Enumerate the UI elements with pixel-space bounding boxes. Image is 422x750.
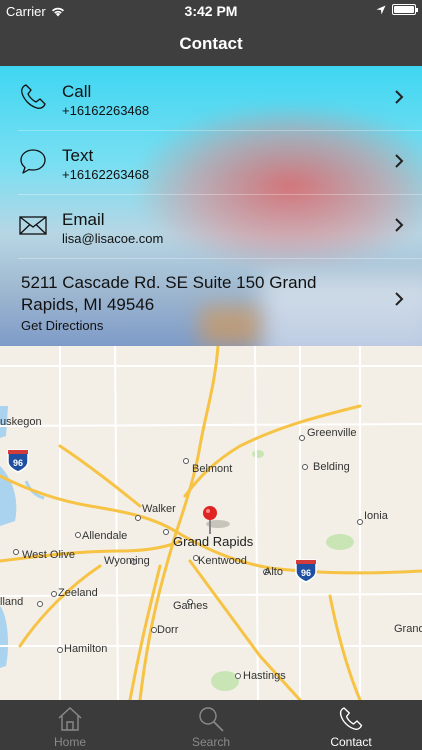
map-label-place: Ionia — [364, 510, 388, 522]
address-text: 5211 Cascade Rd. SE Suite 150 Grand Rapi… — [21, 273, 317, 314]
map-label-place: Kentwood — [198, 555, 247, 567]
map-label-place: Walker — [142, 503, 176, 515]
map-label-place: Belmont — [192, 463, 233, 475]
interstate-shield-96-west: 96 — [7, 449, 29, 473]
call-number: +16162263468 — [62, 103, 150, 118]
phone-icon — [21, 84, 46, 109]
email-row[interactable]: Email lisa@lisacoe.com — [0, 194, 422, 258]
map-label-place: Belding — [313, 461, 350, 473]
map-label-place: Hamilton — [64, 643, 108, 655]
tab-home-label: Home — [53, 735, 86, 749]
chevron-right-icon — [395, 292, 404, 306]
map-label-place: uskegon — [0, 416, 42, 428]
chevron-right-icon — [395, 90, 404, 104]
email-label: Email — [62, 210, 105, 229]
map-label-place: Grand — [394, 623, 422, 635]
svg-text:96: 96 — [301, 568, 311, 578]
text-row[interactable]: Text +16162263468 — [0, 130, 422, 194]
map-label-place: Zeeland — [58, 587, 98, 599]
email-address: lisa@lisacoe.com — [62, 231, 164, 246]
map-label-place: Hastings — [243, 670, 286, 682]
map-label-place: Wyoming — [104, 555, 150, 567]
call-label: Call — [62, 82, 92, 101]
tab-home[interactable]: Home — [0, 700, 140, 750]
text-label: Text — [62, 146, 94, 165]
clock: 3:42 PM — [184, 3, 238, 19]
map-label-place: West Olive — [22, 549, 75, 561]
battery-icon — [392, 4, 418, 15]
nav-bar: Contact — [0, 22, 422, 66]
map-label-city: Grand Rapids — [173, 534, 254, 549]
status-right — [376, 4, 418, 15]
get-directions-label: Get Directions — [21, 318, 104, 333]
map-label-place: Allendale — [82, 530, 128, 542]
home-icon — [58, 707, 82, 731]
map-pin[interactable] — [203, 506, 217, 534]
map-label-place: Alto — [264, 566, 283, 578]
call-row[interactable]: Call +16162263468 — [0, 66, 422, 130]
address-row[interactable]: 5211 Cascade Rd. SE Suite 150 Grand Rapi… — [0, 262, 422, 346]
tab-contact[interactable]: Contact — [281, 700, 421, 750]
text-number: +16162263468 — [62, 167, 150, 182]
map-label-place: Dorr — [157, 624, 179, 636]
contact-panel: Call +16162263468 Text +16162263468 Emai… — [0, 66, 422, 346]
speech-bubble-icon — [20, 149, 46, 174]
location-arrow-icon — [376, 5, 386, 14]
phone-icon — [339, 707, 363, 730]
tab-contact-label: Contact — [330, 735, 372, 749]
search-icon — [199, 707, 224, 732]
map-label-place: Greenville — [307, 427, 357, 439]
tab-search-label: Search — [191, 735, 231, 749]
status-bar: Carrier 3:42 PM — [0, 0, 422, 22]
tab-bar: Home Search Contact — [0, 700, 422, 750]
chevron-right-icon — [395, 154, 404, 168]
svg-text:96: 96 — [13, 458, 23, 468]
page-title: Contact — [179, 34, 243, 53]
divider — [18, 258, 422, 259]
map-label-place: lland — [0, 596, 24, 608]
tab-search[interactable]: Search — [141, 700, 281, 750]
envelope-icon — [19, 216, 47, 235]
map-view[interactable]: 96 96 uskegon Greenville Belmont Belding… — [0, 346, 422, 700]
map-label-place: Gaines — [173, 600, 208, 612]
chevron-right-icon — [395, 218, 404, 232]
